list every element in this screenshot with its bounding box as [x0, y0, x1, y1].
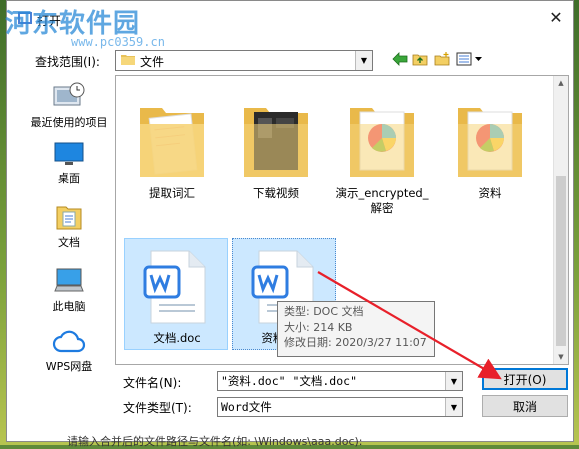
view-menu-button[interactable] — [455, 50, 485, 68]
lookin-label: 查找范围(I): — [35, 55, 100, 69]
new-folder-icon — [434, 52, 450, 66]
item-name: 下载视频 — [253, 186, 299, 200]
scroll-up-icon[interactable]: ▲ — [554, 76, 568, 90]
up-folder-button[interactable] — [411, 50, 429, 68]
watermark-url: www.pc0359.cn — [71, 35, 165, 49]
up-folder-icon — [412, 54, 428, 66]
new-folder-button[interactable] — [433, 50, 451, 68]
item-name: 演示_encrypted_解密 — [335, 186, 429, 215]
folder-icon — [140, 108, 204, 177]
desktop-icon — [54, 142, 84, 165]
scroll-down-icon[interactable]: ▼ — [554, 350, 568, 364]
close-button[interactable]: ✕ — [547, 9, 565, 27]
view-menu-icon — [456, 52, 482, 66]
filetype-label: 文件类型(T): — [123, 401, 192, 415]
place-label: 桌面 — [58, 172, 80, 185]
recent-icon — [53, 82, 85, 106]
bottom-hint: 请输入合并后的文件路径与文件名(如: \Windows\aaa.doc): — [67, 435, 363, 448]
item-name: 文档.doc — [153, 331, 201, 345]
file-item-selected[interactable]: 文档.doc — [124, 238, 228, 350]
open-file-dialog: 打开 河东软件园 www.pc0359.cn ✕ 查找范围(I): 文件 ▼ 最… — [5, 0, 574, 448]
place-computer[interactable]: 此电脑 — [26, 267, 112, 313]
folder-item[interactable]: 资料 — [438, 94, 542, 206]
cancel-button[interactable]: 取消 — [482, 395, 568, 417]
cloud-icon — [52, 330, 86, 353]
back-button[interactable] — [391, 50, 409, 68]
chevron-down-icon[interactable]: ▼ — [445, 398, 462, 416]
filetype-dropdown[interactable]: Word文件 ▼ — [217, 397, 463, 417]
place-wps-cloud[interactable]: WPS网盘 — [26, 329, 112, 373]
filename-label: 文件名(N): — [123, 376, 182, 390]
open-button[interactable]: 打开(O) — [482, 368, 568, 390]
documents-icon — [56, 206, 82, 230]
close-icon: ✕ — [549, 8, 563, 27]
folder-icon — [350, 108, 414, 177]
word-doc-icon — [143, 250, 206, 324]
place-recent[interactable]: 最近使用的项目 — [26, 81, 112, 129]
place-label: 此电脑 — [52, 300, 86, 313]
lookin-value: 文件 — [140, 55, 165, 69]
back-arrow-icon — [392, 52, 408, 66]
item-name: 资料 — [478, 186, 502, 200]
folder-icon — [244, 108, 308, 177]
folder-item[interactable]: 提取词汇 — [120, 94, 224, 206]
folder-item[interactable]: 演示_encrypted_解密 — [330, 94, 434, 215]
scroll-thumb[interactable] — [556, 176, 566, 346]
chevron-down-icon[interactable]: ▼ — [445, 372, 462, 390]
chevron-down-icon[interactable]: ▼ — [355, 51, 372, 70]
title-bar: 打开 河东软件园 www.pc0359.cn ✕ — [5, 1, 573, 49]
place-desktop[interactable]: 桌面 — [26, 141, 112, 185]
filename-input[interactable]: "资料.doc" "文档.doc" ▼ — [217, 371, 463, 391]
tooltip-size: 大小: 214 KB — [284, 320, 353, 334]
lookin-dropdown[interactable]: 文件 ▼ — [115, 50, 373, 71]
computer-icon — [54, 268, 84, 292]
place-label: 文档 — [58, 236, 80, 249]
filename-value: "资料.doc" "文档.doc" — [221, 374, 358, 388]
folder-item[interactable]: 下载视频 — [224, 94, 328, 206]
item-name: 提取词汇 — [149, 186, 195, 200]
file-tooltip: 类型: DOC 文档 大小: 214 KB 修改日期: 2020/3/27 11… — [277, 301, 435, 357]
places-bar: 最近使用的项目 桌面 文档 此电脑 WPS网盘 — [26, 77, 112, 373]
folder-icon — [121, 55, 135, 65]
tooltip-date: 修改日期: 2020/3/27 11:07 — [284, 336, 427, 349]
filetype-value: Word文件 — [221, 400, 272, 414]
tooltip-type: 类型: DOC 文档 — [284, 305, 364, 318]
folder-icon — [458, 108, 522, 177]
place-label: WPS网盘 — [45, 360, 93, 373]
place-label: 最近使用的项目 — [30, 116, 108, 129]
vertical-scrollbar[interactable]: ▲ ▼ — [553, 76, 568, 364]
place-documents[interactable]: 文档 — [26, 203, 112, 249]
